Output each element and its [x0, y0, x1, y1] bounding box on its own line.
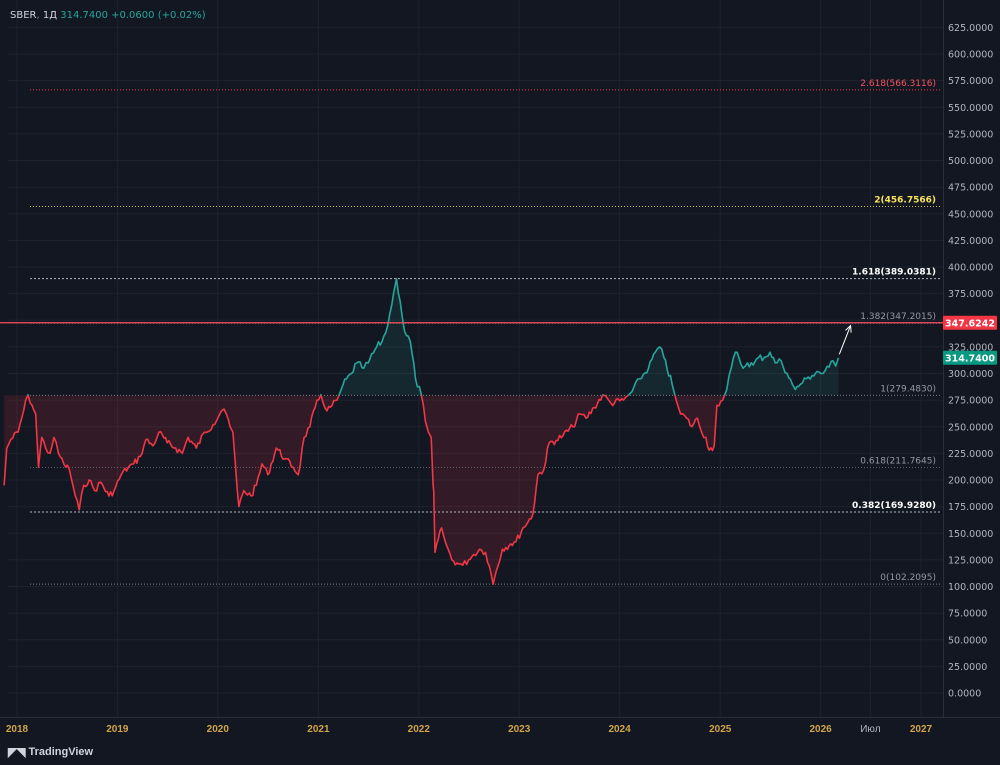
fib-level-label: 1.618(389.0381)	[852, 268, 936, 278]
y-tick-label: 200.0000	[948, 476, 993, 487]
y-tick-label: 400.0000	[948, 263, 993, 274]
y-tick-label: 525.0000	[948, 129, 993, 140]
chart-background	[0, 0, 1000, 765]
y-tick-label: 600.0000	[948, 50, 993, 61]
x-tick-label: 2023	[508, 724, 531, 735]
x-tick-label: 2025	[709, 724, 732, 735]
y-tick-label: 575.0000	[948, 76, 993, 87]
interval[interactable]: 1Д	[43, 10, 57, 21]
y-tick-label: 625.0000	[948, 23, 993, 34]
fib-level-label: 1.382(347.2015)	[860, 312, 936, 322]
y-tick-label: 550.0000	[948, 103, 993, 114]
price-change-pct: (+0.02%)	[157, 10, 206, 21]
y-tick-label: 150.0000	[948, 529, 993, 540]
price-badge-label: 314.7400	[945, 353, 995, 364]
fib-level-label: 0.382(169.9280)	[852, 501, 936, 511]
y-tick-label: 125.0000	[948, 555, 993, 566]
x-tick-label: 2021	[307, 724, 330, 735]
y-tick-label: 450.0000	[948, 209, 993, 220]
symbol-name[interactable]: SBER	[10, 10, 36, 21]
fib-level-label: 1(279.4830)	[880, 384, 936, 394]
x-tick-label: Июл	[860, 724, 880, 735]
y-tick-label: 275.0000	[948, 396, 993, 407]
y-tick-label: 25.0000	[948, 662, 987, 673]
x-tick-label: 2022	[408, 724, 431, 735]
chart-legend: SBER, 1Д 314.7400 +0.0600 (+0.02%)	[10, 10, 206, 21]
y-tick-label: 475.0000	[948, 183, 993, 194]
y-tick-label: 225.0000	[948, 449, 993, 460]
last-price: 314.7400	[60, 10, 108, 21]
price-change: +0.0600	[111, 10, 155, 21]
y-tick-label: 300.0000	[948, 369, 993, 380]
y-tick-label: 0.0000	[948, 689, 981, 700]
tradingview-logo-icon: ◤◥	[8, 745, 25, 759]
y-tick-label: 50.0000	[948, 635, 987, 646]
y-tick-label: 75.0000	[948, 609, 987, 620]
price-badge-label: 347.6242	[945, 318, 995, 329]
x-tick-label: 2020	[207, 724, 230, 735]
x-tick-label: 2024	[608, 724, 631, 735]
brand-name: TradingView	[28, 746, 94, 758]
y-tick-label: 500.0000	[948, 156, 993, 167]
y-tick-label: 250.0000	[948, 422, 993, 433]
price-chart[interactable]: 0(102.2095) 0.382(169.9280) 0.618(211.7645…	[0, 0, 1000, 765]
x-tick-label: 2019	[106, 724, 129, 735]
fib-level-label: 0.618(211.7645)	[860, 456, 936, 466]
x-tick-label: 2018	[6, 724, 29, 735]
y-tick-label: 175.0000	[948, 502, 993, 513]
x-tick-label: 2027	[910, 724, 933, 735]
y-tick-label: 425.0000	[948, 236, 993, 247]
fib-level-label: 2.618(566.3116)	[860, 79, 936, 89]
fib-level-label: 2(456.7566)	[874, 196, 936, 206]
tradingview-brand[interactable]: ◤◥ TradingView	[8, 745, 93, 759]
y-tick-label: 100.0000	[948, 582, 993, 593]
fib-level-label: 0(102.2095)	[880, 573, 936, 583]
x-tick-label: 2026	[809, 724, 832, 735]
price-segment-up	[601, 394, 604, 396]
y-tick-label: 375.0000	[948, 289, 993, 300]
